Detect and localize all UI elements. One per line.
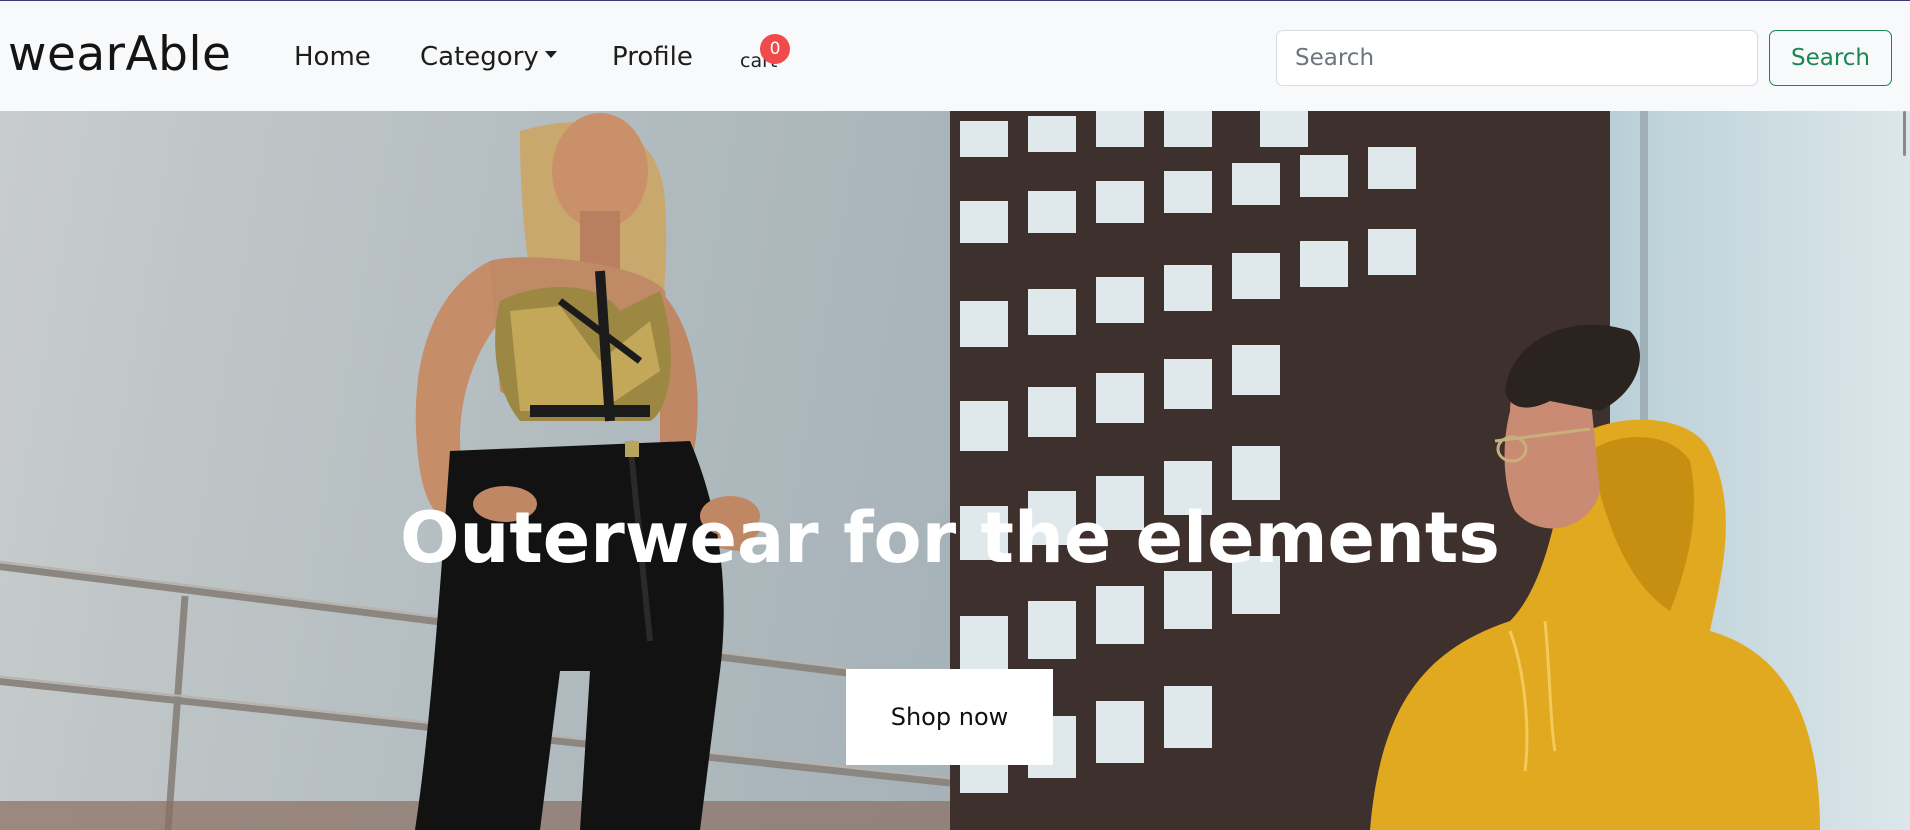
cart-count-badge: 0: [760, 34, 790, 64]
search-input[interactable]: [1276, 30, 1758, 86]
brand-logo[interactable]: wearAble: [8, 27, 231, 83]
caret-down-icon: [544, 51, 557, 58]
nav-profile-link[interactable]: Profile: [612, 41, 693, 73]
hero-image-man: [950, 111, 1910, 830]
hero-title: Outerwear for the elements: [400, 497, 1500, 579]
nav-category-dropdown[interactable]: Category: [420, 41, 557, 73]
search-button[interactable]: Search: [1769, 30, 1892, 86]
page-scrollbar[interactable]: [1900, 111, 1910, 830]
man-photo-illustration: [950, 111, 1910, 830]
hero-carousel: Outerwear for the elements Shop now: [0, 111, 1910, 830]
navbar: wearAble Home Category Profile cart 0 Se…: [0, 1, 1910, 111]
nav-category-label: Category: [420, 42, 539, 72]
scrollbar-thumb[interactable]: [1903, 111, 1906, 156]
nav-home-link[interactable]: Home: [294, 41, 371, 73]
hero-image-woman: [0, 111, 950, 830]
shop-now-button[interactable]: Shop now: [846, 669, 1053, 765]
woman-photo-illustration: [0, 113, 950, 830]
